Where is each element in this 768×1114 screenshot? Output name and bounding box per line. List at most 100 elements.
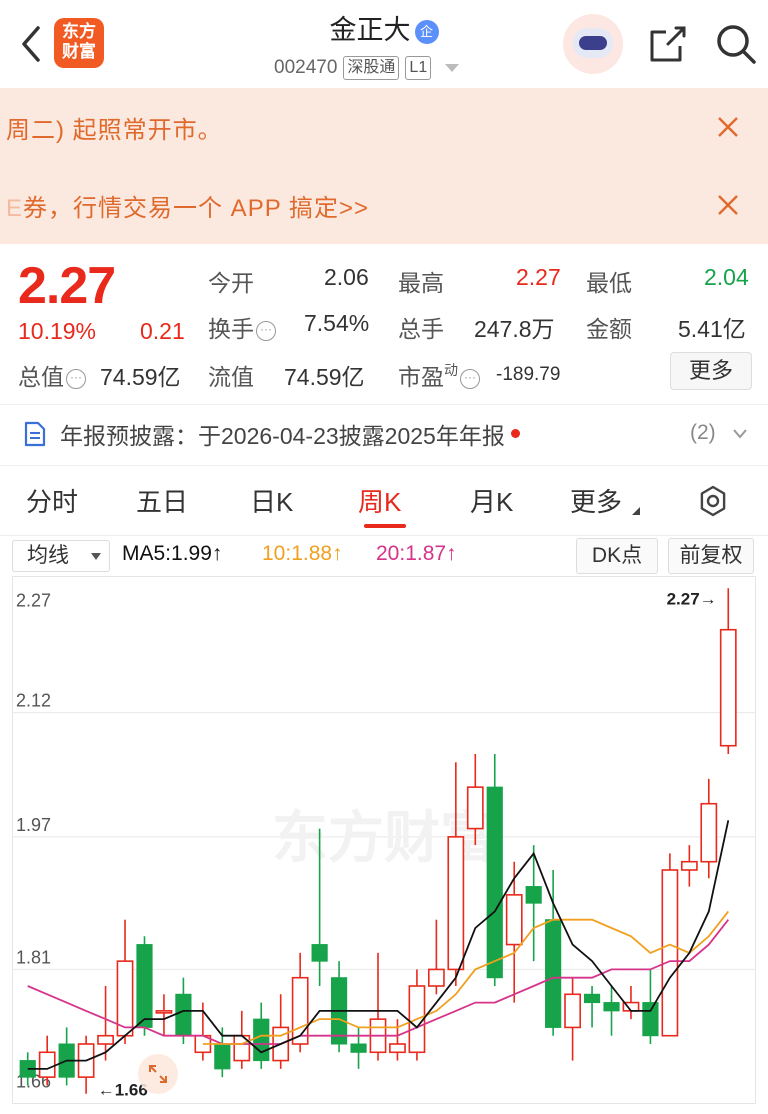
more-quote-button[interactable]: 更多	[670, 352, 752, 390]
y-tick-label: 2.12	[16, 691, 51, 711]
candle-body	[505, 894, 523, 946]
candle-body	[389, 1043, 406, 1054]
candle-body	[214, 1043, 231, 1070]
candle-body	[311, 944, 328, 962]
tab-more[interactable]: 更多	[570, 482, 641, 519]
candle-body	[564, 993, 581, 1029]
candle-body	[603, 1002, 620, 1012]
info-icon[interactable]: ···	[66, 369, 86, 389]
notice-banner[interactable]: 周二) 起照常开市。	[0, 88, 768, 166]
volume-value: 247.8万	[474, 316, 555, 342]
info-icon[interactable]: ···	[460, 369, 480, 389]
candle-body	[486, 786, 503, 979]
candle-body	[583, 993, 601, 1004]
connect-tag: 深股通	[343, 56, 400, 80]
notice-text: 周二) 起照常开市。	[6, 116, 223, 144]
unread-dot	[510, 429, 520, 438]
chart-period-tabs: 分时 五日 日K 周K 月K 更多	[0, 466, 768, 536]
tab-intraday[interactable]: 分时	[26, 482, 78, 519]
amount-value: 5.41亿	[678, 316, 746, 342]
candle-body	[661, 869, 679, 1037]
y-tick-label: 1.97	[16, 815, 51, 835]
report-count: (2)	[690, 421, 716, 444]
turnover-value: 7.54%	[304, 310, 370, 336]
notice-text: E券，行情交易一个 APP 搞定>>	[6, 194, 369, 222]
pe-value: -189.79	[496, 364, 561, 385]
document-icon	[24, 421, 46, 447]
candle-body	[253, 1018, 270, 1062]
search-icon[interactable]	[714, 22, 758, 66]
report-notice[interactable]: 年报预披露：于2026-04-23披露2025年年报 (2)	[0, 404, 768, 466]
stock-code: 002470	[274, 57, 338, 78]
high-value: 2.27	[516, 264, 561, 290]
ma5-readout: MA5:1.99↑	[122, 542, 223, 565]
share-icon[interactable]	[646, 22, 690, 66]
max-price-label: 2.27→	[667, 589, 717, 608]
change-percent: 10.19%	[18, 318, 97, 344]
tab-daily-k[interactable]: 日K	[250, 482, 293, 519]
ma20-readout: 20:1.87↑	[376, 542, 457, 565]
candle-body	[175, 993, 192, 1037]
assistant-robot-icon[interactable]	[563, 14, 623, 74]
mktcap-value: 74.59亿	[100, 364, 181, 390]
notice-banner[interactable]: E券，行情交易一个 APP 搞定>>	[0, 166, 768, 244]
gear-icon[interactable]	[696, 484, 730, 518]
expand-icon[interactable]	[138, 1054, 178, 1094]
last-price: 2.27	[18, 257, 116, 315]
candle-body	[680, 860, 698, 871]
tab-weekly-k[interactable]: 周K	[358, 482, 401, 519]
candle-body	[136, 944, 153, 1028]
ma10-readout: 10:1.88↑	[262, 542, 343, 565]
corner-triangle-icon	[624, 507, 641, 515]
candle-body	[700, 802, 718, 863]
high-label: 最高	[398, 270, 444, 296]
active-tab-indicator	[364, 524, 406, 528]
y-tick-label: 1.81	[16, 947, 51, 967]
enterprise-badge: 企	[414, 20, 439, 44]
forward-adjust-button[interactable]: 前复权	[668, 538, 754, 574]
float-value: 74.59亿	[284, 364, 365, 390]
candle-body	[350, 1043, 367, 1053]
change-amount: 0.21	[140, 318, 185, 344]
info-icon[interactable]: ···	[256, 321, 276, 341]
volume-label: 总手	[398, 316, 444, 342]
chart-svg: 2.272.121.971.811.66东方财富2.27→←1.66	[12, 576, 756, 1104]
indicator-row: 均线 MA5:1.99↑ 10:1.88↑ 20:1.87↑ DK点 前复权	[0, 536, 768, 576]
tab-five-day[interactable]: 五日	[136, 482, 188, 519]
quote-panel: 2.27 10.19% 0.21 今开 2.06 最高 2.27 最低 2.04…	[0, 244, 768, 404]
candle-body	[719, 628, 737, 747]
candle-body	[447, 836, 465, 971]
candle-body	[466, 786, 484, 830]
min-price-label: ←1.66	[98, 1081, 148, 1100]
close-icon[interactable]	[714, 191, 742, 219]
amount-label: 金额	[586, 316, 632, 342]
chevron-down-icon[interactable]	[732, 427, 748, 441]
candle-body	[97, 1034, 114, 1045]
ma-select[interactable]: 均线	[12, 540, 110, 572]
tab-monthly-k[interactable]: 月K	[470, 482, 513, 519]
dropdown-caret-icon	[91, 553, 101, 560]
candle-body	[642, 1002, 659, 1037]
app-header: 东方 财富 金正大企 002470 深股通 L1	[0, 0, 768, 88]
close-icon[interactable]	[714, 113, 742, 141]
candlestick-chart[interactable]: 2.27 2.12 1.97 1.81 1.66 东方财富 2.27→ ←1.66	[12, 576, 756, 1104]
notice-area: 周二) 起照常开市。 E券，行情交易一个 APP 搞定>>	[0, 88, 768, 244]
low-label: 最低	[586, 270, 632, 296]
y-tick-label: 2.27	[16, 590, 51, 610]
dk-point-button[interactable]: DK点	[576, 538, 658, 574]
dropdown-caret-icon	[445, 64, 460, 72]
candle-body	[291, 976, 309, 1045]
float-label: 流值	[208, 364, 254, 390]
candle-body	[545, 919, 562, 1028]
candle-body	[155, 1010, 173, 1014]
candle-body	[38, 1051, 56, 1078]
open-value: 2.06	[324, 264, 369, 290]
mktcap-label: 总值 ···	[18, 358, 86, 392]
candle-body	[427, 968, 445, 987]
pe-label: 市盈动 ···	[398, 358, 480, 392]
open-label: 今开	[208, 270, 254, 296]
report-text: 年报预披露：于2026-04-23披露2025年年报	[60, 417, 520, 451]
stock-sub-info[interactable]: 002470 深股通 L1	[274, 56, 460, 80]
turnover-label: 换手 ···	[208, 310, 276, 344]
candle-body	[525, 886, 542, 904]
